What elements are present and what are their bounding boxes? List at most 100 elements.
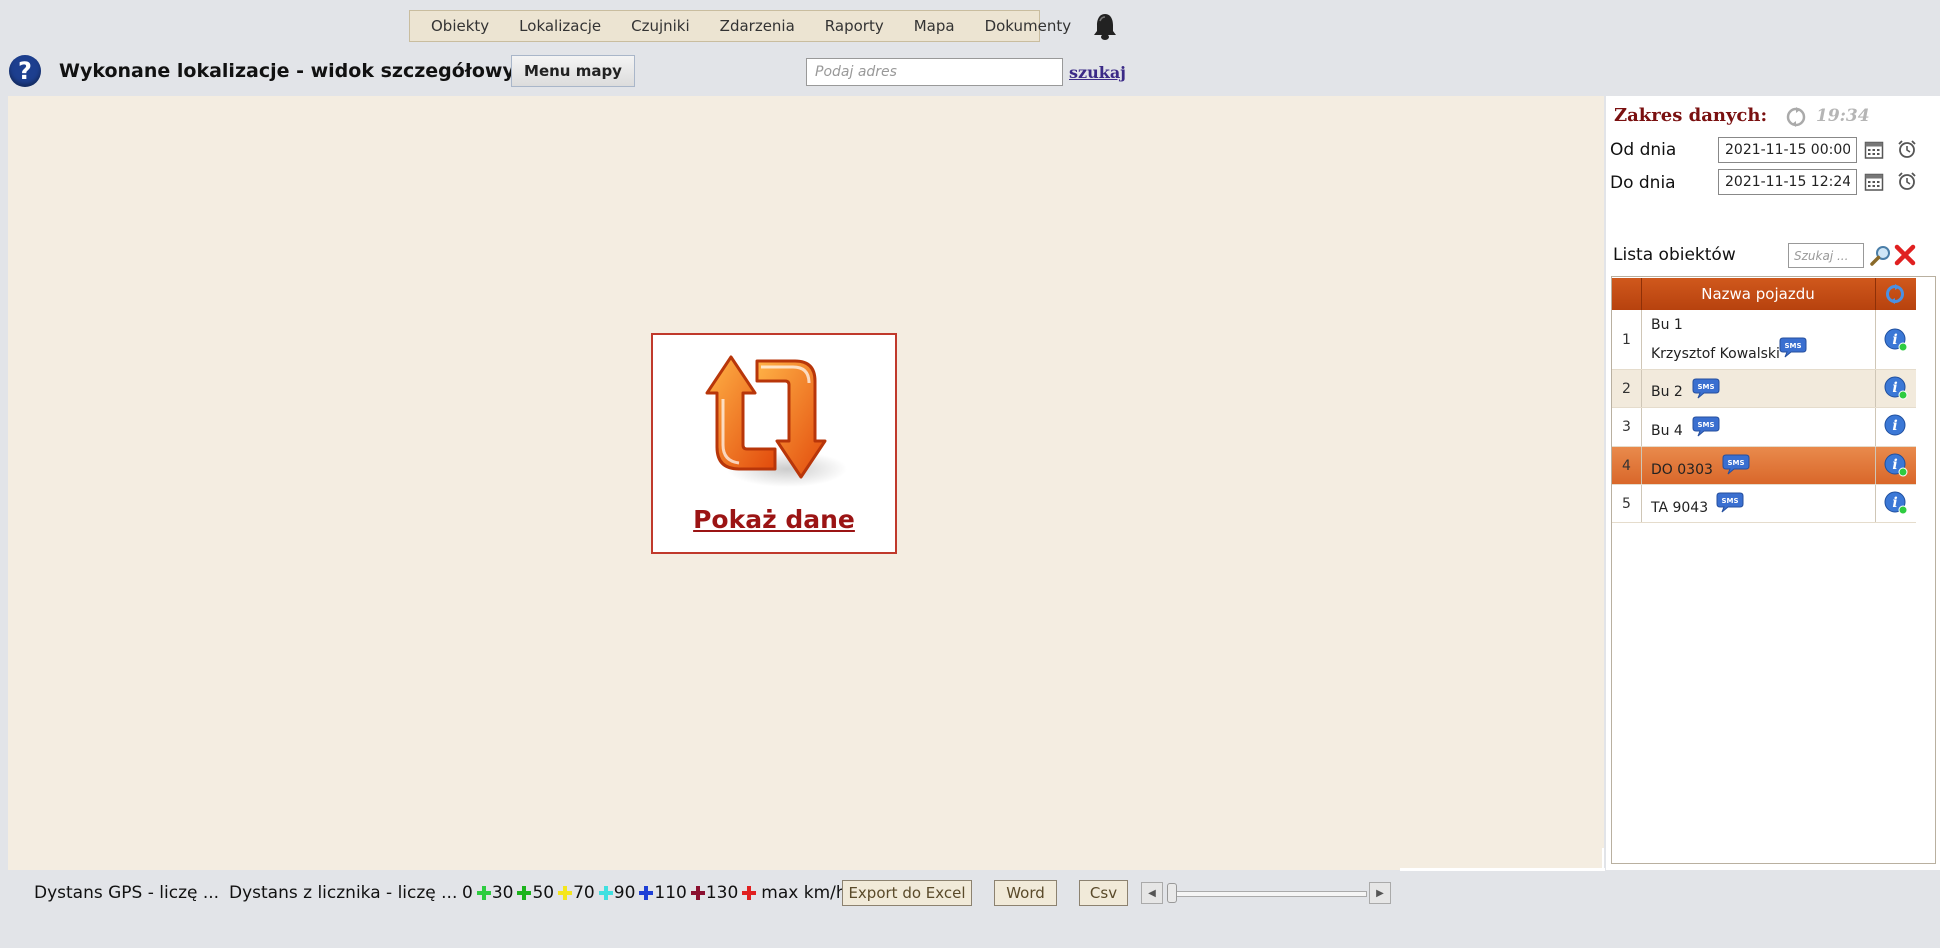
search-icon[interactable] xyxy=(1869,244,1893,268)
plus-icon xyxy=(476,886,491,900)
close-icon[interactable] xyxy=(1894,244,1916,266)
svg-text:SMS: SMS xyxy=(1784,342,1801,350)
vehicle-name: Bu 2 xyxy=(1651,384,1683,400)
alarm-clock-icon[interactable] xyxy=(1897,171,1917,191)
sms-icon[interactable]: SMS xyxy=(1722,453,1750,475)
map-border-line xyxy=(1602,848,1604,870)
info-icon[interactable]: i xyxy=(1884,453,1908,477)
address-search-link[interactable]: szukaj xyxy=(1069,63,1126,82)
slider-right-arrow-icon[interactable]: ▶ xyxy=(1369,882,1391,904)
vehicle-name-cell: Bu 1 Krzysztof Kowalski SMS xyxy=(1641,310,1876,369)
row-number: 3 xyxy=(1612,408,1642,446)
bell-icon[interactable] xyxy=(1090,11,1120,43)
vehicle-name-cell: Bu 2 SMS xyxy=(1641,370,1876,407)
to-date-input[interactable] xyxy=(1718,169,1857,195)
vehicle-name: Bu 4 xyxy=(1651,423,1683,439)
legend-label: 0 xyxy=(462,883,473,903)
speed-legend: 0 30 50 70 90 110 130 max km/h xyxy=(462,883,847,903)
counter-distance: Dystans z licznika - liczę ... xyxy=(229,883,458,903)
info-icon[interactable]: i xyxy=(1884,414,1908,438)
page-title: Wykonane lokalizacje - widok szczegółowy xyxy=(59,60,515,82)
auto-refresh-icon[interactable] xyxy=(1785,106,1807,128)
show-data-label: Pokaż dane xyxy=(693,505,855,534)
info-icon[interactable]: i xyxy=(1884,328,1908,352)
object-search-input[interactable] xyxy=(1788,243,1864,268)
svg-text:SMS: SMS xyxy=(1727,459,1744,467)
export-word-button[interactable]: Word xyxy=(994,880,1057,906)
legend-label: 50 xyxy=(532,883,555,903)
map-menu-button[interactable]: Menu mapy xyxy=(511,55,635,87)
vehicle-name-cell: DO 0303 SMS xyxy=(1641,447,1876,484)
vehicle-row[interactable]: 1 Bu 1 Krzysztof Kowalski SMS i xyxy=(1612,310,1916,370)
nav-item-czujniki[interactable]: Czujniki xyxy=(616,17,705,35)
export-excel-button[interactable]: Export do Excel xyxy=(842,880,972,906)
slider-rail[interactable] xyxy=(1171,891,1367,897)
svg-text:i: i xyxy=(1892,457,1897,473)
row-number: 4 xyxy=(1612,447,1642,484)
object-list-header: Nazwa pojazdu xyxy=(1612,278,1916,310)
vehicle-name: Bu 1 xyxy=(1651,317,1683,333)
nav-item-mapa[interactable]: Mapa xyxy=(899,17,970,35)
svg-text:SMS: SMS xyxy=(1697,383,1714,391)
row-number: 2 xyxy=(1612,370,1642,407)
vehicle-row[interactable]: 3 Bu 4 SMS i xyxy=(1612,408,1916,447)
show-data-button[interactable]: Pokaż dane xyxy=(651,333,897,554)
plus-icon xyxy=(639,886,654,900)
vehicle-row-selected[interactable]: 4 DO 0303 SMS i xyxy=(1612,447,1916,485)
legend-label: 70 xyxy=(573,883,595,903)
map-border-line xyxy=(1400,868,1605,871)
legend-label: 110 xyxy=(654,883,687,903)
svg-text:i: i xyxy=(1892,418,1897,434)
legend-label: 30 xyxy=(491,883,514,903)
refresh-list-icon[interactable] xyxy=(1884,283,1906,305)
calendar-icon[interactable] xyxy=(1864,140,1884,160)
nav-item-raporty[interactable]: Raporty xyxy=(810,17,899,35)
playback-slider[interactable]: ◀ ▶ xyxy=(1141,882,1393,904)
vehicle-row[interactable]: 5 TA 9043 SMS i xyxy=(1612,485,1916,523)
column-vehicle-name[interactable]: Nazwa pojazdu xyxy=(1641,278,1876,310)
svg-text:i: i xyxy=(1892,380,1897,396)
from-date-input[interactable] xyxy=(1718,137,1857,163)
svg-text:SMS: SMS xyxy=(1697,421,1714,429)
svg-text:SMS: SMS xyxy=(1721,497,1738,505)
vehicle-name-cell: TA 9043 SMS xyxy=(1641,485,1876,522)
info-icon[interactable]: i xyxy=(1884,376,1908,400)
address-search-input[interactable] xyxy=(806,58,1063,86)
sms-icon[interactable]: SMS xyxy=(1692,377,1720,399)
export-csv-button[interactable]: Csv xyxy=(1079,880,1128,906)
row-number: 5 xyxy=(1612,485,1642,522)
sms-icon[interactable]: SMS xyxy=(1692,415,1720,437)
refresh-arrows-icon xyxy=(705,355,847,487)
slider-thumb[interactable] xyxy=(1167,883,1177,903)
nav-item-lokalizacje[interactable]: Lokalizacje xyxy=(504,17,616,35)
from-date-label: Od dnia xyxy=(1610,140,1677,160)
info-icon[interactable]: i xyxy=(1884,491,1908,515)
legend-label: 90 xyxy=(613,883,636,903)
legend-label: max km/h xyxy=(761,883,847,903)
nav-item-dokumenty[interactable]: Dokumenty xyxy=(970,17,1087,35)
plus-icon xyxy=(517,886,532,900)
sms-icon[interactable]: SMS xyxy=(1779,336,1807,358)
legend-label: 130 xyxy=(705,883,739,903)
to-date-label: Do dnia xyxy=(1610,173,1676,193)
svg-text:i: i xyxy=(1892,495,1897,511)
nav-item-zdarzenia[interactable]: Zdarzenia xyxy=(705,17,810,35)
vehicle-name: DO 0303 xyxy=(1651,462,1713,478)
vehicle-row[interactable]: 2 Bu 2 SMS i xyxy=(1612,370,1916,408)
calendar-icon[interactable] xyxy=(1864,172,1884,192)
row-number: 1 xyxy=(1612,310,1642,369)
current-time: 19:34 xyxy=(1816,106,1870,126)
main-nav: Obiekty Lokalizacje Czujniki Zdarzenia R… xyxy=(409,10,1071,42)
help-icon[interactable]: ? xyxy=(9,55,41,87)
vehicle-name-cell: Bu 4 SMS xyxy=(1641,408,1876,446)
sms-icon[interactable]: SMS xyxy=(1716,491,1744,513)
plus-icon xyxy=(690,886,705,900)
object-list-label: Lista obiektów xyxy=(1613,245,1736,265)
vehicle-name: TA 9043 xyxy=(1651,500,1709,516)
slider-left-arrow-icon[interactable]: ◀ xyxy=(1141,882,1163,904)
alarm-clock-icon[interactable] xyxy=(1897,139,1917,159)
plus-icon xyxy=(598,886,613,900)
driver-name: Krzysztof Kowalski xyxy=(1651,346,1780,362)
plus-icon xyxy=(742,886,757,900)
nav-item-obiekty[interactable]: Obiekty xyxy=(416,17,504,35)
